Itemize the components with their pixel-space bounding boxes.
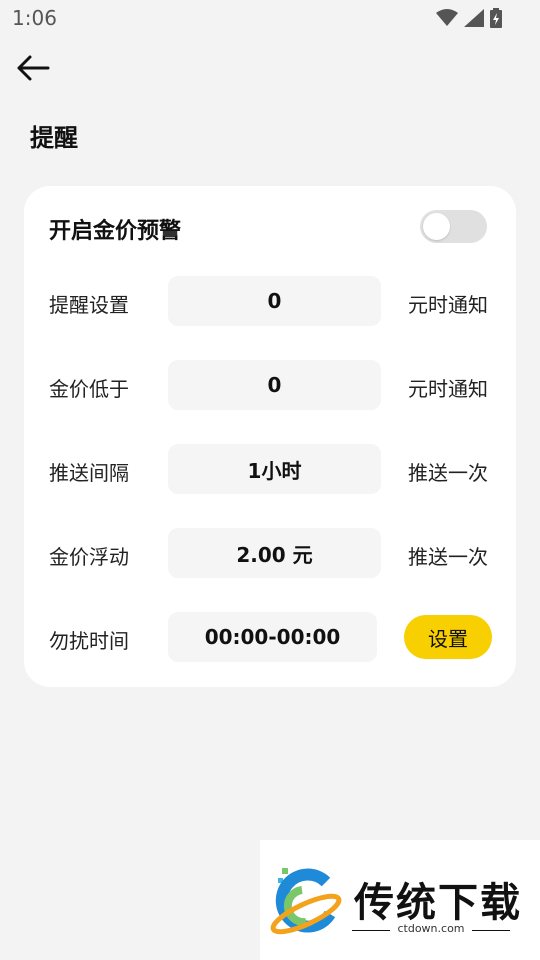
wifi-icon	[436, 9, 458, 26]
row-do-not-disturb: 勿扰时间 00:00-00:00 设置	[24, 612, 516, 664]
do-not-disturb-time-field[interactable]: 00:00-00:00	[168, 612, 377, 662]
page-title: 提醒	[30, 124, 78, 152]
watermark-url: ctdown.com	[397, 922, 465, 935]
row-suffix: 元时通知	[408, 377, 488, 401]
row-label: 推送间隔	[49, 461, 129, 485]
watermark-brand: 传统下载	[354, 880, 522, 926]
arrow-left-icon	[17, 55, 50, 81]
status-time: 1:06	[12, 6, 57, 30]
row-suffix: 推送一次	[408, 545, 488, 569]
row-label: 勿扰时间	[49, 629, 129, 653]
status-icons	[436, 8, 502, 28]
row-reminder-setting: 提醒设置 0 元时通知	[24, 276, 516, 328]
price-fluctuation-input[interactable]: 2.00 元	[168, 528, 381, 578]
watermark-divider	[472, 930, 510, 931]
set-time-button[interactable]: 设置	[404, 615, 492, 659]
battery-icon	[490, 8, 502, 28]
alert-toggle[interactable]	[420, 210, 487, 243]
back-button[interactable]	[14, 52, 54, 84]
status-bar: 1:06	[0, 0, 540, 36]
price-below-input[interactable]: 0	[168, 360, 381, 410]
alert-toggle-label: 开启金价预警	[49, 219, 182, 244]
reminder-price-input[interactable]: 0	[168, 276, 381, 326]
row-price-fluctuation: 金价浮动 2.00 元 推送一次	[24, 528, 516, 580]
row-label: 金价浮动	[49, 545, 129, 569]
row-label: 金价低于	[49, 377, 129, 401]
signal-icon	[464, 9, 484, 27]
alert-settings-card: 开启金价预警 提醒设置 0 元时通知 金价低于 0 元时通知 推送间隔 1小时 …	[24, 186, 516, 687]
row-suffix: 元时通知	[408, 293, 488, 317]
push-interval-select[interactable]: 1小时	[168, 444, 381, 494]
row-push-interval: 推送间隔 1小时 推送一次	[24, 444, 516, 496]
watermark-logo: 传统下载 ctdown.com	[260, 840, 540, 960]
row-suffix: 推送一次	[408, 461, 488, 485]
toggle-knob	[423, 213, 450, 240]
ctdown-logo-icon	[270, 868, 342, 935]
row-price-below: 金价低于 0 元时通知	[24, 360, 516, 412]
row-label: 提醒设置	[49, 293, 129, 317]
